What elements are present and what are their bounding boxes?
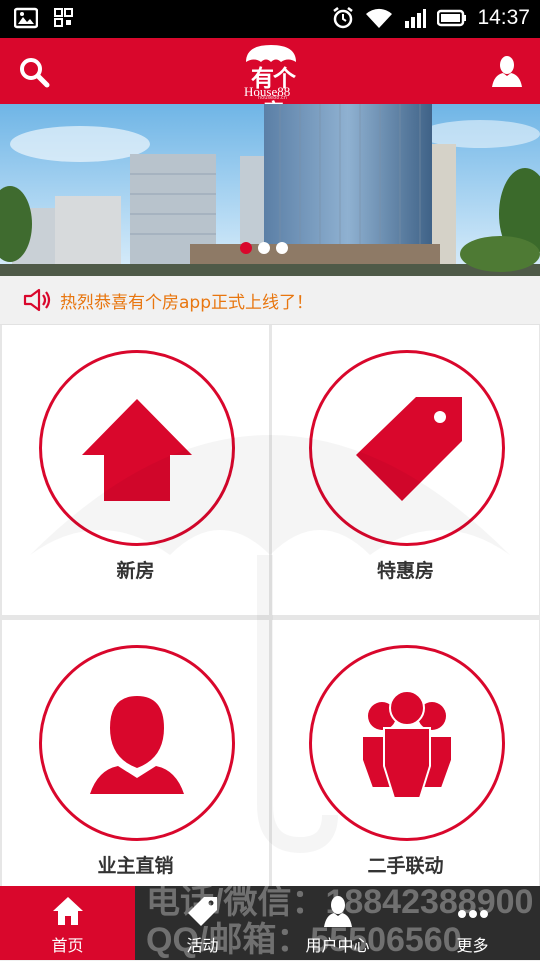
menu-icon-circle <box>39 350 235 546</box>
carousel-dot-3[interactable] <box>276 242 288 254</box>
search-icon[interactable] <box>18 56 50 88</box>
menu-label: 业主直销 <box>97 855 174 877</box>
menu-tile-new-house[interactable]: 新房 <box>2 325 269 615</box>
price-tag-icon <box>356 397 462 501</box>
user-icon[interactable] <box>490 54 524 88</box>
image-icon <box>14 7 38 29</box>
battery-icon <box>437 9 467 27</box>
menu-icon-circle <box>309 645 505 841</box>
group-icon <box>361 690 453 799</box>
menu-icon-circle <box>309 350 505 546</box>
tab-home[interactable]: 首页 <box>0 886 135 960</box>
person-icon <box>90 696 184 794</box>
announcement-text: 热烈恭喜有个房app正式上线了！ <box>60 293 313 313</box>
menu-label: 新房 <box>116 560 155 582</box>
tab-label: 首页 <box>51 936 84 955</box>
app-header: 有个房 House88 house88.cn <box>0 38 540 126</box>
house-icon <box>82 399 192 501</box>
menu-grid: 新房 特惠房 业主直销 二手联动 <box>0 325 540 910</box>
tab-label: 活动 <box>186 936 219 955</box>
speaker-icon <box>23 288 51 312</box>
carousel-indicators <box>240 242 288 254</box>
carousel-dot-1[interactable] <box>240 242 252 254</box>
alarm-icon <box>333 7 354 29</box>
more-dots-icon <box>458 910 488 918</box>
tab-label: 更多 <box>456 936 489 955</box>
bottom-tab-bar: 首页 活动 用户中心 更多 电话/微信：18842388900 QQ/邮箱：55… <box>0 883 540 960</box>
tab-label: 用户中心 <box>305 936 370 955</box>
carousel-dot-2[interactable] <box>258 242 270 254</box>
tab-user-center[interactable]: 用户中心 <box>270 886 405 960</box>
status-bar: 14:37 <box>0 0 540 38</box>
menu-tile-second-hand[interactable]: 二手联动 <box>272 620 539 910</box>
logo-domain: house88.cn <box>258 95 287 101</box>
tab-more[interactable]: 更多 <box>405 886 540 960</box>
menu-icon-circle <box>39 645 235 841</box>
app-logo: 有个房 House88 house88.cn <box>238 43 304 126</box>
menu-tile-owner-direct[interactable]: 业主直销 <box>2 620 269 910</box>
tag-icon <box>188 897 217 926</box>
wifi-icon <box>366 8 393 28</box>
qr-code-icon <box>54 8 73 27</box>
user-icon <box>324 896 352 927</box>
home-icon <box>53 897 83 925</box>
announcement-bar[interactable]: 热烈恭喜有个房app正式上线了！ <box>0 276 540 325</box>
menu-label: 特惠房 <box>376 560 434 582</box>
clock-time: 14:37 <box>477 6 530 29</box>
signal-icon <box>405 9 427 28</box>
menu-label: 二手联动 <box>367 855 444 877</box>
tab-activities[interactable]: 活动 <box>135 886 270 960</box>
menu-tile-discount-house[interactable]: 特惠房 <box>272 325 539 615</box>
